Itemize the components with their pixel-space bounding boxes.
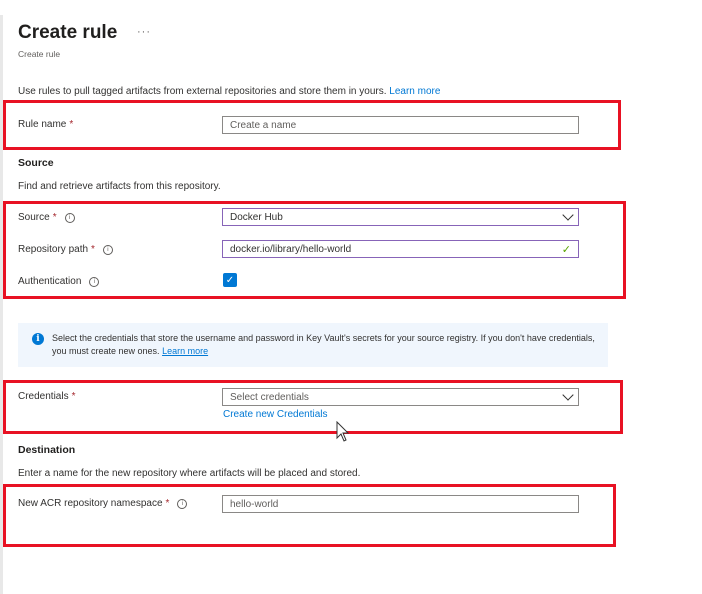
info-icon[interactable]: i [177, 498, 188, 509]
authentication-checkbox[interactable]: ✓ [223, 273, 237, 287]
chevron-down-icon [562, 389, 574, 401]
required-asterisk: * [165, 498, 170, 509]
source-label-text: Source [18, 212, 50, 223]
namespace-placeholder: hello-world [230, 498, 279, 510]
credentials-info-message: Select the credentials that store the us… [52, 333, 595, 356]
credentials-placeholder: Select credentials [230, 391, 309, 403]
info-icon[interactable]: i [64, 212, 75, 223]
info-filled-icon: i [32, 333, 44, 345]
credentials-label-text: Credentials [18, 391, 69, 402]
required-asterisk: * [91, 244, 95, 255]
destination-description: Enter a name for the new repository wher… [18, 468, 361, 479]
namespace-input[interactable]: hello-world [222, 495, 579, 513]
destination-heading: Destination [18, 444, 76, 456]
rule-name-input[interactable]: Create a name [222, 116, 579, 134]
authentication-label: Authentication i [18, 276, 100, 287]
page-title: Create rule [18, 22, 118, 43]
source-dropdown[interactable]: Docker Hub [222, 208, 579, 226]
required-asterisk: * [69, 119, 74, 130]
credentials-info-banner: i Select the credentials that store the … [18, 323, 608, 367]
namespace-label-text: New ACR repository namespace [18, 498, 163, 509]
credentials-info-text: Select the credentials that store the us… [52, 332, 597, 358]
create-new-credentials-link[interactable]: Create new Credentials [223, 409, 328, 420]
mouse-cursor-icon [336, 421, 350, 442]
highlight-box-destination [3, 484, 616, 547]
namespace-label: New ACR repository namespace * i [18, 498, 188, 509]
required-asterisk: * [52, 212, 57, 223]
rule-name-placeholder: Create a name [230, 119, 297, 131]
source-selected-value: Docker Hub [230, 211, 283, 223]
repository-path-label: Repository path * i [18, 244, 113, 255]
more-options-ellipsis-icon[interactable]: ··· [137, 26, 151, 38]
source-description: Find and retrieve artifacts from this re… [18, 181, 221, 192]
chevron-down-icon [562, 209, 574, 221]
intro-description: Use rules to pull tagged artifacts from … [18, 86, 440, 97]
source-label: Source * i [18, 212, 75, 223]
required-asterisk: * [71, 391, 76, 402]
page-subtitle: Create rule [18, 49, 61, 59]
info-icon[interactable]: i [89, 276, 100, 287]
learn-more-link[interactable]: Learn more [389, 86, 440, 97]
credentials-dropdown[interactable]: Select credentials [222, 388, 579, 406]
credentials-learn-more-link[interactable]: Learn more [162, 346, 208, 356]
repository-path-input[interactable]: docker.io/library/hello-world ✓ [222, 240, 579, 258]
rule-name-label: Rule name * [18, 119, 73, 130]
repository-path-label-text: Repository path [18, 244, 89, 255]
credentials-label: Credentials * [18, 391, 76, 402]
info-icon[interactable]: i [102, 244, 113, 255]
rule-name-label-text: Rule name [18, 119, 67, 130]
checkmark-valid-icon: ✓ [561, 243, 571, 256]
authentication-label-text: Authentication [18, 276, 82, 287]
repository-path-value: docker.io/library/hello-world [230, 243, 352, 255]
intro-text: Use rules to pull tagged artifacts from … [18, 86, 390, 97]
source-heading: Source [18, 157, 54, 169]
